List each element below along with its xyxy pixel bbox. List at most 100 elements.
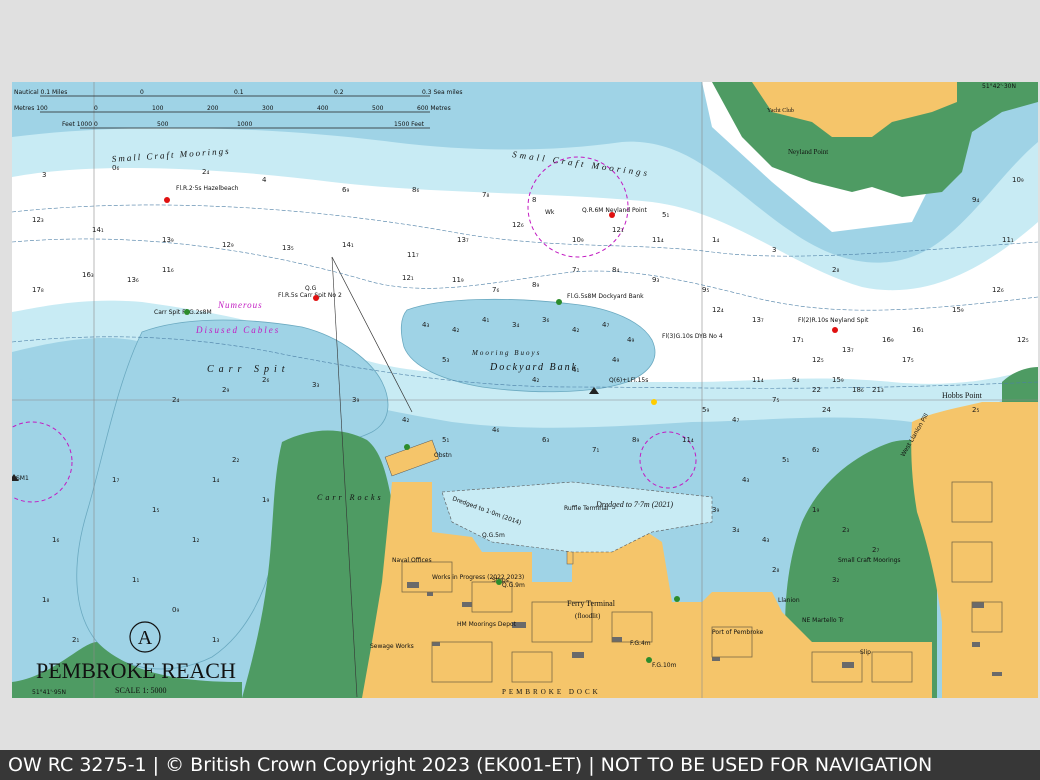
chart-label: 0.1 [234, 89, 244, 96]
depth-sounding: 12₆ [512, 221, 524, 229]
depth-sounding: 9₄ [972, 196, 979, 204]
label-neyland-point: Neyland Point [788, 148, 828, 156]
depth-sounding: 12₆ [992, 286, 1004, 294]
depth-sounding: 3₄ [732, 526, 739, 534]
label-small-craft: Small Craft Moorings [838, 557, 901, 564]
chart-scale: SCALE 1: 5000 [115, 686, 167, 695]
chart-label: 0 [94, 121, 98, 128]
light-qg5m: Q.G.5m [482, 532, 505, 539]
chart-label: 500 [372, 105, 384, 112]
depth-sounding: 4₇ [602, 321, 609, 329]
depth-sounding: 12₉ [222, 241, 234, 249]
depth-sounding: 1₂ [192, 536, 199, 544]
depth-sounding: 1₇ [112, 476, 119, 484]
depth-sounding: 16₉ [882, 336, 894, 344]
depth-sounding: 3₄ [512, 321, 519, 329]
depth-sounding: 8₆ [412, 186, 419, 194]
depth-sounding: 11₉ [452, 276, 464, 284]
depth-sounding: 22 [812, 386, 821, 394]
depth-sounding: 9₅ [702, 286, 709, 294]
label-dredged-7-7: Dredged to 7·7m (2021) [595, 500, 673, 509]
depth-sounding: 1₆ [52, 536, 59, 544]
scale-metres: Metres 100 [14, 105, 48, 112]
depth-sounding: 2₉ [222, 386, 229, 394]
depth-sounding: 4₃ [742, 476, 749, 484]
depth-sounding: 3₃ [312, 381, 319, 389]
depth-sounding: 15₉ [952, 306, 964, 314]
depth-sounding: 4₁ [482, 316, 489, 324]
latitude-north: 51°42'·30N [982, 83, 1016, 90]
depth-sounding: 14₁ [92, 226, 104, 234]
depth-sounding: 10₉ [1012, 176, 1024, 184]
chart-label: 500 [157, 121, 169, 128]
depth-sounding: 12₄ [712, 306, 724, 314]
depth-sounding: 1₅ [152, 506, 159, 514]
depth-sounding: 13₆ [127, 276, 139, 284]
depth-sounding: 12₅ [812, 356, 824, 364]
light-neyland-spit: Fl(2)R.10s Neyland Spit [798, 317, 869, 324]
light-neyland-point: Q.R.6M Neyland Point [582, 207, 648, 214]
depth-sounding: 9₄ [792, 376, 799, 384]
label-mooring-buoys: Mooring Buoys [471, 349, 541, 357]
chart-label: 0.2 [334, 89, 344, 96]
depth-sounding: 0₉ [172, 606, 179, 614]
depth-sounding: 11₄ [682, 436, 694, 444]
label-ferry-terminal: Ferry Terminal [567, 599, 616, 608]
depth-sounding: 12₅ [1017, 336, 1029, 344]
chart-label: 300 [262, 105, 274, 112]
depth-sounding: 13₇ [457, 236, 469, 244]
depth-sounding: 7₈ [482, 191, 489, 199]
depth-sounding: 12₁ [402, 274, 414, 282]
chart-title: PEMBROKE REACH [36, 658, 236, 683]
label-hm-moorings-depot: HM Moorings Depot [457, 621, 517, 628]
depth-sounding: 8₉ [532, 281, 539, 289]
depth-sounding: 2₈ [832, 266, 839, 274]
depth-sounding: 7₆ [492, 286, 499, 294]
depth-sounding: 8₉ [632, 436, 639, 444]
depth-sounding: 7₁ [592, 446, 599, 454]
depth-sounding: 2₂ [232, 456, 239, 464]
label-hobbs-point: Hobbs Point [942, 391, 983, 400]
depth-sounding: 4₃ [762, 536, 769, 544]
depth-sounding: 4₂ [402, 416, 409, 424]
depth-sounding: 2₁ [72, 636, 79, 644]
depth-sounding: 1₉ [262, 496, 269, 504]
depth-sounding: 13₇ [752, 316, 764, 324]
depth-sounding: 3₉ [352, 396, 359, 404]
depth-sounding: 8₄ [612, 266, 619, 274]
depth-sounding: 4₇ [732, 416, 739, 424]
chart-label: 1000 [237, 121, 252, 128]
depth-sounding: 7₇ [572, 266, 579, 274]
depth-sounding: 5₉ [702, 406, 709, 414]
depth-sounding: 11₄ [652, 236, 664, 244]
depth-sounding: 5₃ [442, 356, 449, 364]
label-obstn: Obstn [434, 452, 452, 459]
depth-sounding: 5₁ [662, 211, 669, 219]
chart-label: 0.3 Sea miles [422, 89, 463, 96]
light-carr-spit: Carr Spit Fl.G.2s8M [154, 309, 212, 316]
depth-sounding: 11₇ [407, 251, 419, 259]
label-llanion: Llanion [778, 597, 800, 604]
chart-label: 400 [317, 105, 329, 112]
label-carr-spit: Carr Spit [207, 364, 290, 375]
light-qg-6: Q(6)+LFl.15s [609, 377, 648, 384]
panel-letter: A [138, 627, 153, 649]
depth-sounding: 4₂ [532, 376, 539, 384]
depth-sounding: 12₃ [32, 216, 44, 224]
depth-sounding: 3₂ [832, 576, 839, 584]
depth-sounding: 2₄ [172, 396, 179, 404]
label-naval-offices: Naval Offices [392, 557, 432, 564]
depth-sounding: 6₂ [812, 446, 819, 454]
depth-sounding: 13₅ [282, 244, 294, 252]
depth-sounding: 11₄ [752, 376, 764, 384]
depth-sounding: 18₆ [852, 386, 864, 394]
depth-sounding: 13₉ [162, 236, 174, 244]
label-dockyard-bank: Dockyard Bank [489, 362, 578, 373]
light-qg: Q.G [305, 285, 317, 292]
chart-label: 200 [207, 105, 219, 112]
depth-sounding: 4₉ [627, 336, 634, 344]
light-hazelbeach: Fl.R.2·5s Hazelbeach [176, 185, 239, 192]
chart-label: 100 [152, 105, 164, 112]
light-qg9m: Q.G.9m [502, 582, 525, 589]
nautical-chart: Nautical 0.1 Miles Metres 100 Feet 1000 … [12, 82, 1038, 698]
